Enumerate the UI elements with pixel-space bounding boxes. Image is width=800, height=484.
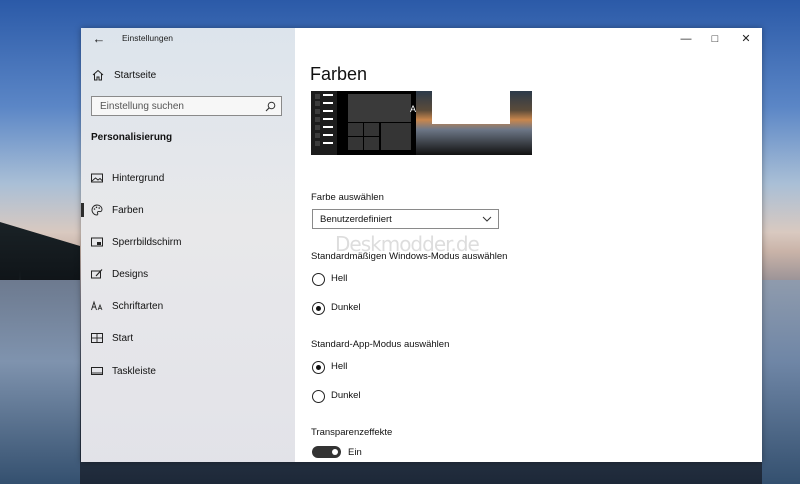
toggle-knob bbox=[332, 449, 338, 455]
radio-circle bbox=[312, 273, 325, 286]
choose-color-dropdown[interactable]: Benutzerdefiniert bbox=[312, 209, 499, 229]
app-mode-light-radio[interactable]: Hell bbox=[312, 360, 512, 376]
section-title: Personalisierung bbox=[91, 132, 173, 143]
sidebar-item-designs[interactable]: Designs bbox=[81, 263, 295, 285]
preview-tile-grid bbox=[348, 123, 411, 150]
chevron-down-icon bbox=[482, 216, 492, 222]
transparency-state: Ein bbox=[348, 447, 362, 458]
desktop-water bbox=[762, 280, 800, 484]
brush-icon bbox=[91, 269, 103, 279]
sidebar-item-label: Taskleiste bbox=[112, 365, 156, 377]
lockscreen-icon bbox=[91, 237, 103, 247]
search-placeholder: Einstellung suchen bbox=[100, 101, 184, 112]
preview-tile: Aa bbox=[348, 94, 421, 122]
radio-label: Hell bbox=[331, 273, 348, 284]
sidebar-item-label: Start bbox=[112, 332, 134, 344]
preview-window bbox=[432, 91, 510, 124]
transparency-toggle[interactable] bbox=[312, 446, 341, 458]
font-icon bbox=[91, 300, 103, 311]
sidebar-item-label: Farben bbox=[112, 204, 144, 216]
radio-label: Dunkel bbox=[331, 390, 361, 401]
radio-circle bbox=[312, 390, 325, 403]
back-arrow-icon[interactable]: ← bbox=[91, 31, 107, 47]
windows-mode-dark-radio[interactable]: Dunkel bbox=[312, 301, 512, 317]
preview-start-sidebar bbox=[311, 91, 337, 155]
home-link[interactable]: Startseite bbox=[92, 69, 156, 81]
watermark: Deskmodder.de bbox=[335, 232, 480, 256]
desktop-background-left bbox=[0, 0, 80, 484]
home-icon bbox=[92, 69, 104, 81]
windows-mode-light-radio[interactable]: Hell bbox=[312, 272, 512, 288]
close-button[interactable]: ✕ bbox=[731, 28, 761, 50]
title-bar: ← Einstellungen — □ ✕ bbox=[81, 28, 762, 50]
sidebar-item-label: Sperrbildschirm bbox=[112, 236, 182, 248]
active-indicator bbox=[81, 203, 84, 217]
sidebar-item-farben[interactable]: Farben bbox=[81, 199, 295, 221]
color-preview: Aa bbox=[311, 91, 532, 155]
sidebar-item-label: Hintergrund bbox=[112, 172, 165, 184]
choose-color-value: Benutzerdefiniert bbox=[320, 214, 392, 225]
search-input[interactable]: Einstellung suchen bbox=[91, 96, 282, 116]
transparency-label: Transparenzeffekte bbox=[311, 427, 393, 438]
maximize-button[interactable]: □ bbox=[700, 28, 730, 50]
radio-label: Hell bbox=[331, 361, 348, 372]
palette-icon bbox=[91, 204, 103, 216]
sidebar: Startseite Einstellung suchen Personalis… bbox=[81, 28, 295, 462]
app-mode-label: Standard-App-Modus auswählen bbox=[311, 339, 450, 350]
radio-circle-selected bbox=[312, 302, 325, 315]
home-label: Startseite bbox=[114, 69, 157, 81]
app-mode-dark-radio[interactable]: Dunkel bbox=[312, 389, 512, 405]
sidebar-item-hintergrund[interactable]: Hintergrund bbox=[81, 167, 295, 189]
radio-circle-selected bbox=[312, 361, 325, 374]
sidebar-item-label: Schriftarten bbox=[112, 300, 164, 312]
start-icon bbox=[91, 333, 103, 343]
choose-color-label: Farbe auswählen bbox=[311, 192, 384, 203]
sidebar-item-schriftarten[interactable]: Schriftarten bbox=[81, 295, 295, 317]
window-title: Einstellungen bbox=[122, 33, 174, 43]
sidebar-item-sperrbildschirm[interactable]: Sperrbildschirm bbox=[81, 231, 295, 253]
sidebar-item-label: Designs bbox=[112, 268, 149, 280]
minimize-button[interactable]: — bbox=[671, 28, 701, 50]
search-icon[interactable] bbox=[265, 101, 276, 112]
radio-label: Dunkel bbox=[331, 302, 361, 313]
page-title: Farben bbox=[310, 64, 368, 84]
sidebar-item-start[interactable]: Start bbox=[81, 327, 295, 349]
picture-icon bbox=[91, 173, 103, 183]
taskbar-icon bbox=[91, 367, 103, 375]
sidebar-item-taskleiste[interactable]: Taskleiste bbox=[81, 360, 295, 382]
